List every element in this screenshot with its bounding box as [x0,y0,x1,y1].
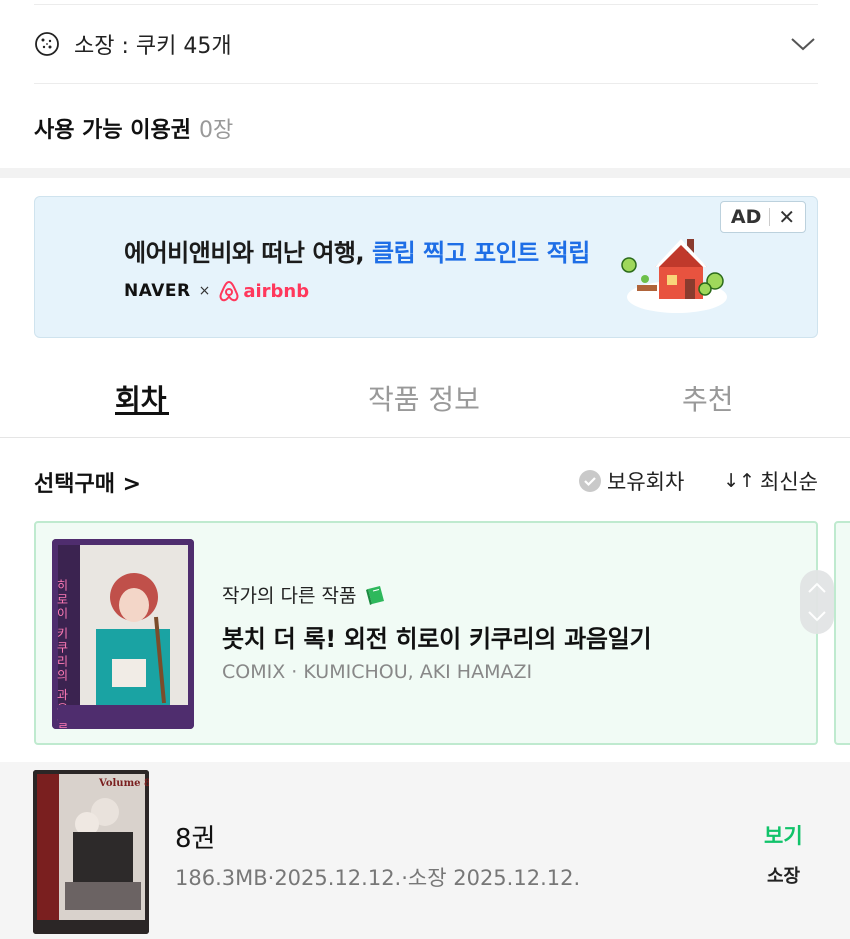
view-button[interactable]: 보기 [764,820,803,850]
episode-toolbar: 선택구매 > 보유회차 ↓↑ 최신순 [34,462,818,500]
ad-badge[interactable]: AD ✕ [720,201,806,233]
check-circle-icon [579,470,601,492]
airbnb-icon [219,280,239,302]
owned-filter-label: 보유회차 [607,470,685,494]
ad-headline-main: 에어비앤비와 떠난 여행, [124,239,372,267]
owned-filter-toggle[interactable]: 보유회차 [578,466,684,496]
other-work-label-text: 작가의 다른 작품 [222,585,357,607]
other-work-cover: 히로이 키쿠리의 과음일기 [52,539,194,729]
cookie-wallet-row[interactable]: 소장 : 쿠키 45개 [34,4,818,84]
volume-cover: Volume 8 [33,770,149,934]
updown-arrows-icon [808,582,826,622]
other-work-credit: COMIX · KUMICHOU, AKI HAMAZI [222,661,533,683]
cover-artwork: 히로이 키쿠리의 과음일기 [52,539,194,729]
volume-cover-artwork: Volume 8 [33,770,149,934]
green-book-icon [366,585,385,605]
ad-headline-highlight: 클립 찍고 포인트 적립 [371,239,590,267]
ad-label: AD [730,206,762,228]
select-purchase-button[interactable]: 선택구매 > [34,466,141,498]
sort-label: 최신순 [760,470,818,494]
house-illustration-icon [621,239,727,313]
brand-times: × [198,283,211,299]
other-work-title: 봇치 더 록! 외전 히로이 키쿠리의 과음일기 [222,625,652,653]
volume-cover-label: Volume 8 [98,778,149,789]
voucher-count: 0장 [199,118,234,143]
cookie-balance: 소장 : 쿠키 45개 [74,34,232,59]
ad-headline: 에어비앤비와 떠난 여행, 클립 찍고 포인트 적립 [124,233,590,268]
tab-recommend[interactable]: 추천 [682,378,734,418]
volume-title: 8권 [175,824,216,854]
volume-list-item[interactable]: Volume 8 8권 186.3MB·2025.12.12.·소장 2025.… [0,762,850,939]
cookie-icon [35,32,59,56]
owned-badge: 소장 [767,866,801,887]
ad-banner[interactable]: 에어비앤비와 떠난 여행, 클립 찍고 포인트 적립 NAVER × airbn… [34,196,818,338]
ad-badge-divider [769,208,771,226]
other-work-card[interactable]: 히로이 키쿠리의 과음일기 작가의 다른 작품 봇치 더 록! 외전 히로이 키… [34,521,818,745]
next-card-peek[interactable] [834,521,850,745]
content-tabs: 회차 작품 정보 추천 [0,360,850,438]
section-divider [0,168,850,178]
close-icon[interactable]: ✕ [778,207,795,227]
naver-logo: NAVER [124,281,191,301]
voucher-label: 사용 가능 이용권 [34,118,191,143]
tab-work-info[interactable]: 작품 정보 [368,378,480,418]
airbnb-logo: airbnb [243,280,310,302]
sort-button[interactable]: ↓↑ 최신순 [723,466,818,496]
voucher-row: 사용 가능 이용권 0장 [34,108,233,148]
carousel-scroll-handle[interactable] [800,570,834,634]
active-tab-indicator [115,412,169,415]
sort-icon: ↓↑ [723,470,756,492]
volume-meta: 186.3MB·2025.12.12.·소장 2025.12.12. [175,866,581,890]
other-work-label: 작가의 다른 작품 [222,581,388,608]
ad-brands: NAVER × airbnb [124,279,309,303]
chevron-down-icon[interactable] [790,35,816,53]
